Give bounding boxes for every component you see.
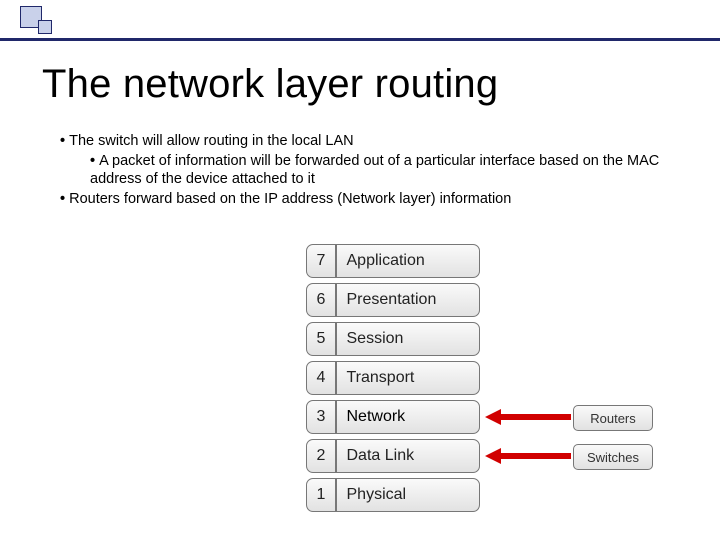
accent-square-icon [38,20,52,34]
osi-layer-datalink: 2 Data Link [306,439,480,473]
osi-layer-name: Application [337,252,480,270]
osi-layer-name: Data Link [337,447,480,465]
osi-layer-number: 1 [307,486,335,504]
osi-layer-number: 7 [307,252,335,270]
bullet-level-1: Routers forward based on the IP address … [60,190,660,208]
slide-body: The switch will allow routing in the loc… [60,132,660,211]
osi-layer-name: Network [337,408,480,426]
osi-layer-number: 2 [307,447,335,465]
osi-layer-network: 3 Network [306,400,480,434]
osi-layer-number: 3 [307,408,335,426]
osi-layer-number: 4 [307,369,335,387]
osi-layer-presentation: 6 Presentation [306,283,480,317]
osi-layer-session: 5 Session [306,322,480,356]
osi-layer-number: 6 [307,291,335,309]
bullet-level-2: A packet of information will be forwarde… [90,152,660,188]
label-routers: Routers [573,405,653,431]
slide-title: The network layer routing [42,62,498,107]
osi-layer-number: 5 [307,330,335,348]
osi-layer-name: Physical [337,486,480,504]
bullet-level-1: The switch will allow routing in the loc… [60,132,660,150]
osi-layer-name: Session [337,330,480,348]
label-switches: Switches [573,444,653,470]
osi-layer-name: Presentation [337,291,480,309]
slide-accent-bar [0,0,720,41]
osi-layer-application: 7 Application [306,244,480,278]
osi-layer-transport: 4 Transport [306,361,480,395]
osi-layer-physical: 1 Physical [306,478,480,512]
osi-stack: 7 Application 6 Presentation 5 Session 4… [306,244,480,517]
osi-layer-name: Transport [337,369,480,387]
